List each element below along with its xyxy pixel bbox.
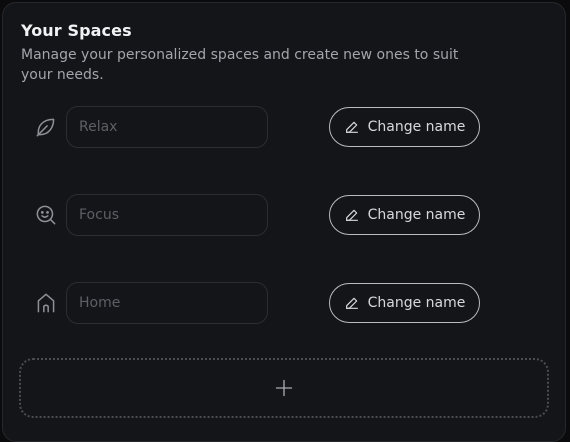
change-name-button-home[interactable]: Change name (329, 283, 480, 323)
space-row-focus: Change name (3, 194, 565, 236)
change-name-label: Change name (367, 207, 466, 223)
change-name-button-relax[interactable]: Change name (329, 107, 480, 147)
panel-subtitle: Manage your personalized spaces and crea… (21, 47, 459, 83)
space-name-input-focus[interactable] (66, 194, 268, 236)
change-name-label: Change name (367, 295, 466, 311)
face-search-icon (33, 202, 59, 228)
your-spaces-panel: Your Spaces Manage your personalized spa… (2, 2, 566, 442)
space-name-input-home[interactable] (66, 282, 268, 324)
leaf-icon (33, 114, 59, 140)
space-name-input-relax[interactable] (66, 106, 268, 148)
change-name-label: Change name (367, 119, 466, 135)
pencil-icon (345, 121, 358, 133)
space-row-relax: Change name (3, 106, 565, 148)
pencil-icon (345, 297, 358, 309)
space-row-home: Change name (3, 282, 565, 324)
home-icon (33, 290, 59, 316)
pencil-icon (345, 209, 358, 221)
add-space-button[interactable] (19, 358, 549, 418)
change-name-button-focus[interactable]: Change name (329, 195, 480, 235)
panel-title: Your Spaces (21, 21, 132, 40)
plus-icon (275, 379, 293, 397)
